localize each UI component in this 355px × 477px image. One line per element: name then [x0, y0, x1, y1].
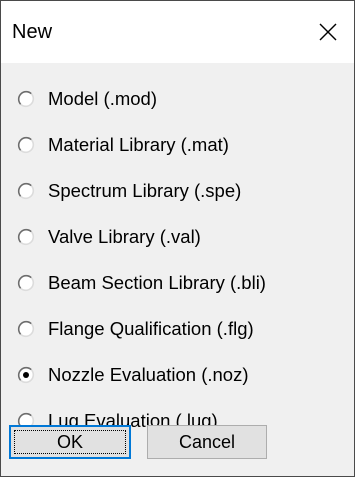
option-label: Beam Section Library (.bli): [48, 272, 266, 293]
option-4[interactable]: Beam Section Library (.bli): [16, 267, 336, 299]
option-2[interactable]: Spectrum Library (.spe): [16, 175, 336, 207]
window-title: New: [12, 21, 53, 43]
ok-button-label: OK: [56, 431, 83, 452]
option-label: Material Library (.mat): [48, 134, 229, 155]
close-button[interactable]: [302, 1, 354, 63]
close-icon: [319, 23, 337, 41]
option-label: Spectrum Library (.spe): [48, 180, 242, 201]
cancel-button[interactable]: Cancel: [147, 425, 267, 459]
option-label: Nozzle Evaluation (.noz): [48, 364, 249, 385]
title-bar[interactable]: New: [1, 1, 354, 63]
radio-unchecked-icon[interactable]: [16, 89, 36, 109]
dialog-body: Model (.mod) Material Library (.mat) Spect…: [1, 63, 354, 476]
option-1[interactable]: Material Library (.mat): [16, 129, 336, 161]
ok-button[interactable]: OK: [9, 425, 131, 459]
new-dialog: New Model (.mod) Material Library (.mat) S…: [0, 0, 355, 477]
option-6[interactable]: Nozzle Evaluation (.noz): [16, 359, 336, 391]
option-0[interactable]: Model (.mod): [16, 83, 336, 115]
option-label: Flange Qualification (.flg): [48, 318, 254, 339]
cancel-button-label: Cancel: [178, 431, 236, 452]
radio-unchecked-icon[interactable]: [16, 273, 36, 293]
radio-dot: [23, 372, 29, 378]
radio-checked-icon[interactable]: [16, 365, 36, 385]
radio-unchecked-icon[interactable]: [16, 181, 36, 201]
option-label: Valve Library (.val): [48, 226, 201, 247]
option-3[interactable]: Valve Library (.val): [16, 221, 336, 253]
radio-unchecked-icon[interactable]: [16, 227, 36, 247]
radio-unchecked-icon[interactable]: [16, 135, 36, 155]
option-label: Model (.mod): [48, 88, 157, 109]
radio-unchecked-icon[interactable]: [16, 319, 36, 339]
option-5[interactable]: Flange Qualification (.flg): [16, 313, 336, 345]
